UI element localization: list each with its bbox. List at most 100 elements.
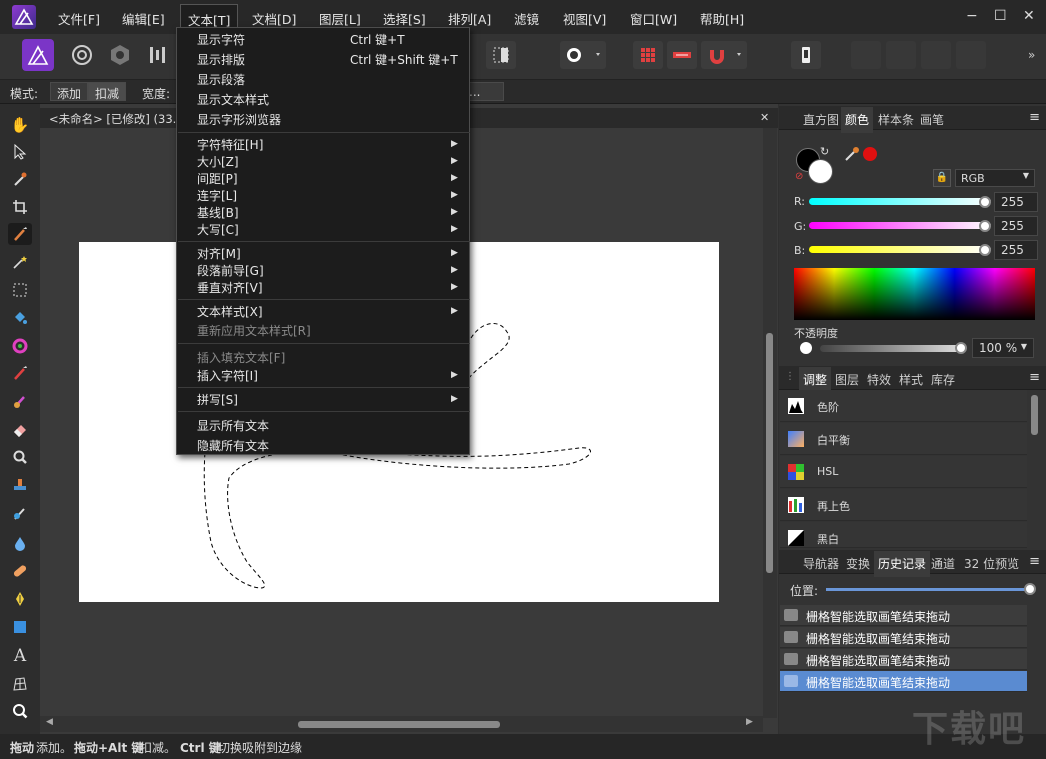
opacity-slider-handle[interactable] <box>955 342 967 354</box>
menu-show-paragraph[interactable]: 显示段落 <box>197 71 245 88</box>
menu-paragraph-leading[interactable]: 段落前导[G] <box>197 262 264 279</box>
swap-colors-icon[interactable]: ↻ <box>820 145 829 158</box>
menu-vertical-align[interactable]: 垂直对齐[V] <box>197 279 263 296</box>
menu-show-all-text[interactable]: 显示所有文本 <box>197 417 269 434</box>
force-pixel-alignment-icon[interactable] <box>667 41 697 69</box>
vertical-scrollbar[interactable] <box>763 128 777 718</box>
menu-ligature[interactable]: 连字[L] <box>197 187 237 204</box>
arrange-btn-1-icon[interactable] <box>851 41 881 69</box>
menu-caps[interactable]: 大写[C] <box>197 221 239 238</box>
magic-wand-tool-icon[interactable] <box>8 251 32 273</box>
tab-swatches[interactable]: 样本条 <box>878 111 914 128</box>
mixer-brush-tool-icon[interactable] <box>8 390 32 412</box>
subtract-mode-button[interactable]: 扣减 <box>88 82 127 101</box>
background-color-swatch[interactable] <box>808 159 833 184</box>
tone-mapping-persona-icon[interactable] <box>142 39 174 71</box>
healing-bandage-tool-icon[interactable] <box>8 560 32 582</box>
tab-history[interactable]: 历史记录 <box>874 551 931 577</box>
tab-brushes[interactable]: 画笔 <box>920 111 944 128</box>
menu-character-features[interactable]: 字符特征[H] <box>197 136 263 153</box>
hand-tool-icon[interactable]: ✋ <box>8 114 32 136</box>
minimize-button[interactable]: − <box>966 8 978 24</box>
menu-file[interactable]: 文件[F] <box>58 9 100 28</box>
green-value-field[interactable]: 255 <box>994 216 1038 236</box>
move-tool-icon[interactable] <box>8 141 32 163</box>
green-slider-handle[interactable] <box>979 220 991 232</box>
adjustment-item-white-balance[interactable]: 白平衡 <box>780 423 1027 455</box>
menu-document[interactable]: 文档[D] <box>252 9 296 28</box>
mesh-warp-tool-icon[interactable] <box>8 673 32 695</box>
scroll-right-icon[interactable]: ▶ <box>746 717 753 727</box>
paint-brush-tool-icon[interactable] <box>8 362 32 384</box>
blur-drop-tool-icon[interactable] <box>8 532 32 554</box>
tab-transform[interactable]: 变换 <box>846 555 870 572</box>
menu-edit[interactable]: 编辑[E] <box>122 9 165 28</box>
menu-text-style[interactable]: 文本样式[X] <box>197 303 263 320</box>
menu-window[interactable]: 窗口[W] <box>630 9 677 28</box>
add-mode-button[interactable]: 添加 <box>50 82 89 101</box>
tab-effects[interactable]: 特效 <box>867 371 891 388</box>
menu-show-text-styles[interactable]: 显示文本样式 <box>197 91 269 108</box>
arrange-btn-2-icon[interactable] <box>886 41 916 69</box>
adjustment-item-levels[interactable]: 色阶 <box>780 390 1027 422</box>
mobile-pin-icon[interactable] <box>791 41 821 69</box>
history-position-slider[interactable] <box>826 588 1031 591</box>
menu-show-typeset[interactable]: 显示排版 <box>197 51 245 68</box>
menu-layer[interactable]: 图层[L] <box>319 9 361 28</box>
history-position-handle[interactable] <box>1024 583 1036 595</box>
horizontal-scroll-thumb[interactable] <box>298 721 500 728</box>
text-tool-icon[interactable]: A <box>8 645 32 667</box>
menu-view[interactable]: 视图[V] <box>563 9 606 28</box>
color-wheel-tool-icon[interactable] <box>8 335 32 357</box>
close-window-button[interactable]: ✕ <box>1023 8 1035 24</box>
flood-fill-tool-icon[interactable] <box>8 307 32 329</box>
zoom-tool-icon[interactable] <box>8 700 32 722</box>
tab-32bit-preview[interactable]: 32 位预览 <box>964 555 1019 572</box>
menu-select[interactable]: 选择[S] <box>383 9 426 28</box>
arrange-btn-4-icon[interactable] <box>956 41 986 69</box>
menu-baseline[interactable]: 基线[B] <box>197 204 239 221</box>
adjustment-item-black-white[interactable]: 黑白 <box>780 522 1027 548</box>
menu-filter[interactable]: 滤镜 <box>514 9 539 28</box>
toolbar-overflow-icon[interactable]: » <box>1028 48 1035 62</box>
tab-layers[interactable]: 图层 <box>835 371 859 388</box>
smudge-tool-icon[interactable] <box>8 502 32 524</box>
menu-insert-character[interactable]: 插入字符[I] <box>197 367 258 384</box>
opacity-chevron-down-icon[interactable]: ▼ <box>1021 342 1027 351</box>
vertical-scroll-thumb[interactable] <box>766 333 773 573</box>
adjustment-item-hsl[interactable]: HSL <box>780 456 1027 488</box>
rectangle-shape-tool-icon[interactable] <box>8 616 32 638</box>
develop-persona-icon[interactable] <box>104 39 136 71</box>
zoom-lens-tool-icon[interactable] <box>8 446 32 468</box>
history-item[interactable]: 栅格智能选取画笔结束拖动 <box>780 649 1027 670</box>
blue-value-field[interactable]: 255 <box>994 240 1038 260</box>
menu-hide-all-text[interactable]: 隐藏所有文本 <box>197 437 269 454</box>
quick-mask-icon[interactable] <box>486 41 516 69</box>
color-spectrum-picker[interactable] <box>794 268 1035 320</box>
clone-stamp-tool-icon[interactable] <box>8 474 32 496</box>
adjustment-panel-menu-icon[interactable]: ≡ <box>1029 370 1040 385</box>
maximize-button[interactable]: ☐ <box>994 8 1007 24</box>
menu-spacing[interactable]: 间距[P] <box>197 170 238 187</box>
history-item[interactable]: 栅格智能选取画笔结束拖动 <box>780 627 1027 648</box>
selection-mode-dropdown[interactable] <box>560 41 606 69</box>
snapping-grid-icon[interactable] <box>633 41 663 69</box>
marquee-tool-icon[interactable] <box>8 279 32 301</box>
red-value-field[interactable]: 255 <box>994 192 1038 212</box>
no-color-icon[interactable]: ⊘ <box>795 171 803 182</box>
eyedropper-icon[interactable] <box>843 146 861 165</box>
tab-histogram[interactable]: 直方图 <box>803 111 839 128</box>
lock-icon[interactable]: 🔒 <box>933 169 951 187</box>
menu-spelling[interactable]: 拼写[S] <box>197 391 238 408</box>
horizontal-scrollbar[interactable]: ◀ ▶ <box>40 716 763 732</box>
menu-help[interactable]: 帮助[H] <box>700 9 744 28</box>
pen-tool-icon[interactable] <box>8 588 32 610</box>
color-panel-menu-icon[interactable]: ≡ <box>1029 110 1040 125</box>
menu-size[interactable]: 大小[Z] <box>197 153 239 170</box>
panel-grip-icon[interactable]: ⋮ <box>785 371 795 382</box>
history-item-selected[interactable]: 栅格智能选取画笔结束拖动 <box>780 671 1027 692</box>
scroll-left-icon[interactable]: ◀ <box>46 717 53 727</box>
color-picker-tool-icon[interactable] <box>8 168 32 190</box>
eraser-tool-icon[interactable] <box>8 418 32 440</box>
opacity-slider[interactable] <box>820 345 962 352</box>
